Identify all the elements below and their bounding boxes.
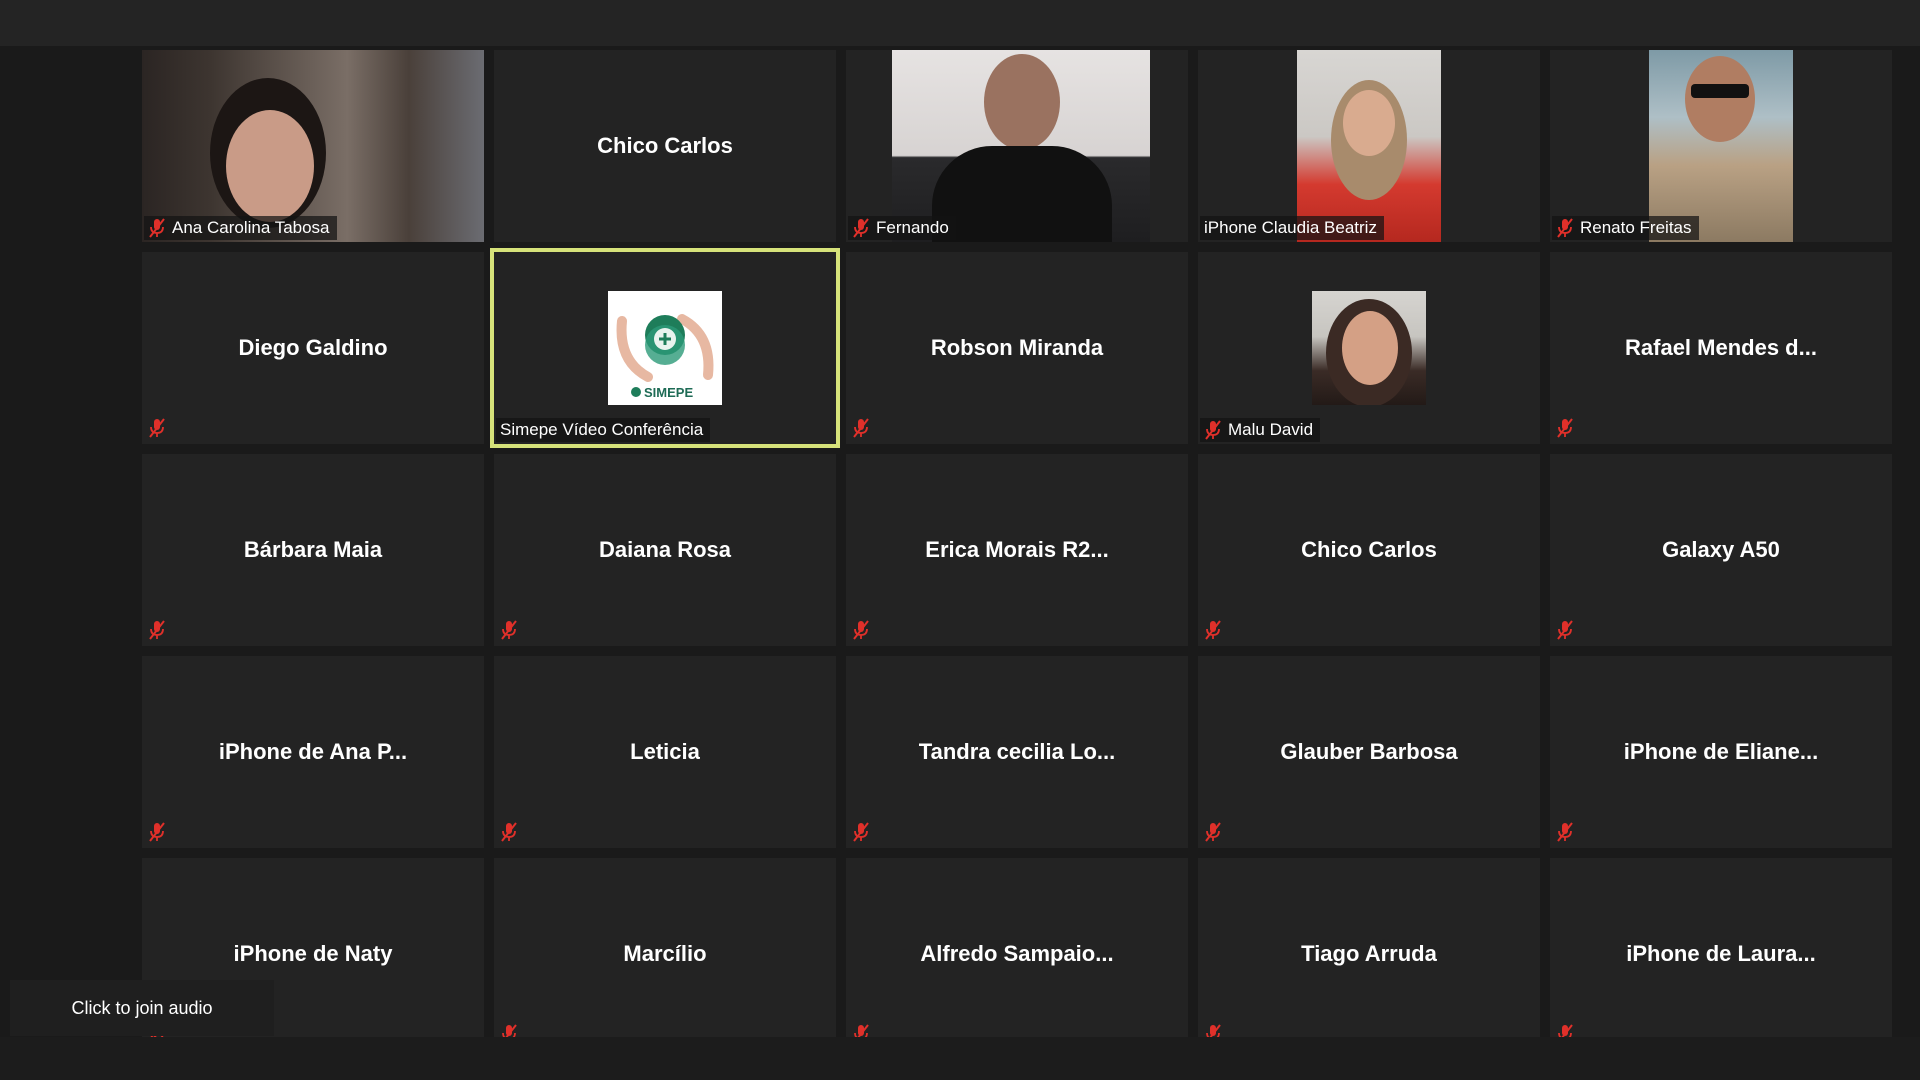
participant-tile[interactable]: Daiana Rosa — [494, 454, 836, 646]
participant-name: Chico Carlos — [597, 133, 733, 158]
participant-name: Rafael Mendes d... — [1625, 335, 1817, 360]
participant-name-label: Renato Freitas — [1552, 216, 1699, 240]
simepe-logo-text: SIMEPE — [644, 385, 694, 400]
participant-name-label: iPhone Claudia Beatriz — [1200, 216, 1384, 240]
participant-name-label: Ana Carolina Tabosa — [144, 216, 337, 240]
mic-muted-icon — [1204, 822, 1222, 842]
mic-muted-icon — [1204, 420, 1222, 440]
meeting-window: Ana Carolina Tabosa Chico Carlos Fernando i… — [0, 0, 1920, 1080]
mic-muted-icon — [148, 620, 166, 640]
participant-name: Ana Carolina Tabosa — [172, 218, 330, 237]
participant-name: Tandra cecilia Lo... — [918, 739, 1116, 764]
participant-name: iPhone de Laura... — [1626, 941, 1816, 966]
participant-video — [142, 50, 484, 242]
simepe-logo: SIMEPE — [608, 291, 722, 405]
participant-tile[interactable]: Robson Miranda — [846, 252, 1188, 444]
participant-tile[interactable]: Galaxy A50 — [1550, 454, 1892, 646]
participant-tile[interactable]: iPhone de Eliane... — [1550, 656, 1892, 848]
mic-muted-icon — [500, 1024, 518, 1037]
participant-tile[interactable]: Rafael Mendes d... — [1550, 252, 1892, 444]
mic-muted-icon — [1556, 218, 1574, 238]
participant-video — [1297, 50, 1441, 242]
participant-name: Simepe Vídeo Conferência — [500, 420, 704, 439]
participant-tile[interactable]: Tandra cecilia Lo... — [846, 656, 1188, 848]
participant-video — [892, 50, 1150, 242]
mic-muted-icon — [500, 822, 518, 842]
participant-name: Diego Galdino — [238, 335, 388, 360]
participant-name: Erica Morais R2... — [925, 537, 1109, 562]
participant-tile[interactable]: Diego Galdino — [142, 252, 484, 444]
participant-name: Tiago Arruda — [1301, 941, 1437, 966]
mic-muted-icon — [1556, 1024, 1574, 1037]
mic-muted-icon — [148, 822, 166, 842]
participant-name: Malu David — [1228, 420, 1314, 439]
participant-name-label: Fernando — [848, 216, 956, 240]
participant-photo — [1312, 291, 1426, 405]
participant-tile[interactable]: iPhone de Ana P... — [142, 656, 484, 848]
mic-muted-icon — [1204, 1024, 1222, 1037]
participant-name-label: Malu David — [1200, 418, 1321, 442]
mic-muted-icon — [852, 1024, 870, 1037]
participant-video — [1649, 50, 1793, 242]
participant-tile[interactable]: iPhone Claudia Beatriz — [1198, 50, 1540, 242]
mic-muted-icon — [1204, 620, 1222, 640]
participant-name: iPhone de Eliane... — [1623, 739, 1819, 764]
participant-tile[interactable]: Ana Carolina Tabosa — [142, 50, 484, 242]
participant-tile[interactable]: Erica Morais R2... — [846, 454, 1188, 646]
participant-tile[interactable]: iPhone de Laura... — [1550, 858, 1892, 1037]
mic-muted-icon — [500, 620, 518, 640]
participant-name: Galaxy A50 — [1662, 537, 1780, 562]
mic-muted-icon — [1556, 620, 1574, 640]
mic-muted-icon — [1556, 822, 1574, 842]
participant-tile-active[interactable]: SIMEPE Simepe Vídeo Conferência — [494, 252, 836, 444]
mic-muted-icon — [852, 218, 870, 238]
mic-muted-icon — [1556, 418, 1574, 438]
participant-name: Marcílio — [623, 941, 707, 966]
participant-tile[interactable]: Glauber Barbosa — [1198, 656, 1540, 848]
join-audio-label: Click to join audio — [71, 997, 213, 1018]
gallery-view: Ana Carolina Tabosa Chico Carlos Fernando i… — [0, 0, 1920, 1037]
participant-name: Fernando — [876, 218, 949, 237]
participant-tile[interactable]: Alfredo Sampaio... — [846, 858, 1188, 1037]
participant-tile[interactable]: Renato Freitas — [1550, 50, 1892, 242]
participant-name: Renato Freitas — [1580, 218, 1692, 237]
participant-tile[interactable]: Marcílio — [494, 858, 836, 1037]
mic-muted-icon — [148, 218, 166, 238]
participant-name: iPhone de Naty — [233, 941, 393, 966]
participant-name: Bárbara Maia — [243, 537, 383, 562]
mic-muted-icon — [852, 822, 870, 842]
join-audio-button[interactable]: Click to join audio — [10, 980, 274, 1036]
participant-tile[interactable]: Chico Carlos — [1198, 454, 1540, 646]
participant-name: Daiana Rosa — [598, 537, 732, 562]
mic-muted-icon — [852, 418, 870, 438]
participant-name: Alfredo Sampaio... — [920, 941, 1114, 966]
participant-tile[interactable]: Malu David — [1198, 252, 1540, 444]
participant-tile[interactable]: Fernando — [846, 50, 1188, 242]
participant-tile[interactable]: Leticia — [494, 656, 836, 848]
participant-name: iPhone de Ana P... — [218, 739, 408, 764]
participant-tile[interactable]: Bárbara Maia — [142, 454, 484, 646]
participant-name: Leticia — [630, 739, 700, 764]
mic-muted-icon — [148, 418, 166, 438]
participant-name: Chico Carlos — [1301, 537, 1437, 562]
participant-tile[interactable]: Chico Carlos — [494, 50, 836, 242]
bottom-bar — [0, 1037, 1920, 1080]
participant-tile[interactable]: Tiago Arruda — [1198, 858, 1540, 1037]
participant-name: iPhone Claudia Beatriz — [1204, 218, 1377, 237]
participant-grid: Ana Carolina Tabosa Chico Carlos Fernando i… — [142, 50, 1892, 1037]
participant-name-label: Simepe Vídeo Conferência — [496, 418, 711, 442]
mic-muted-icon — [852, 620, 870, 640]
participant-name: Robson Miranda — [930, 335, 1104, 360]
participant-name: Glauber Barbosa — [1280, 739, 1458, 764]
